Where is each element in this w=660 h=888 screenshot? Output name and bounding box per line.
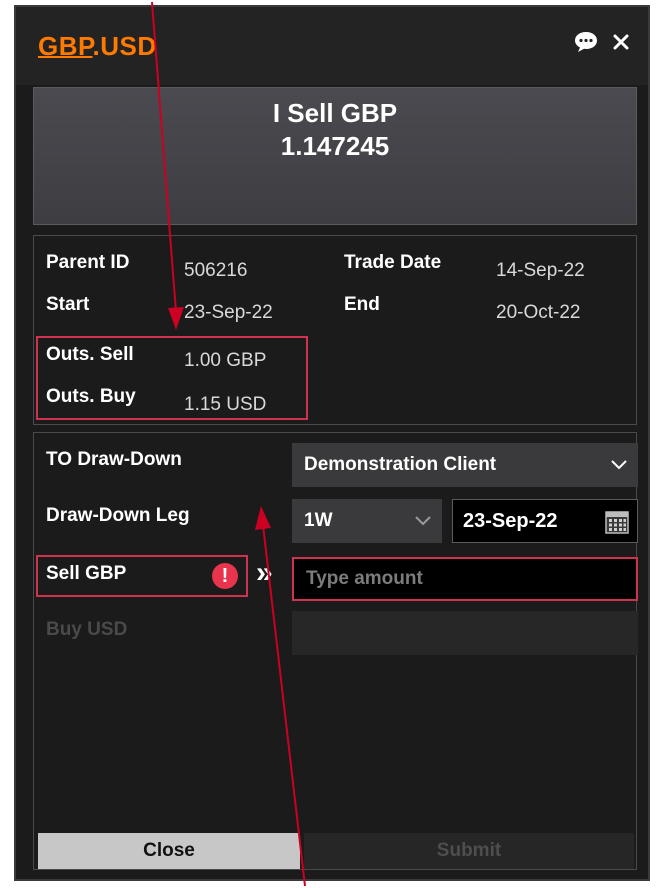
tenor-select[interactable]: 1W (292, 499, 442, 543)
buy-currency-label: Buy USD (46, 619, 128, 640)
outs-buy-label: Outs. Buy (46, 386, 136, 407)
trade-date-label: Trade Date (344, 252, 442, 273)
start-value: 23-Sep-22 (184, 302, 273, 323)
sell-currency-selector[interactable]: Sell GBP ! (36, 555, 248, 597)
quote-tile[interactable]: I Sell GBP 1.147245 (33, 87, 637, 225)
tenor-select-value: 1W (304, 510, 333, 531)
panel-header: GBP.USD (16, 7, 648, 85)
value-date-field[interactable]: 23-Sep-22 (452, 499, 638, 543)
close-icon[interactable] (612, 33, 630, 51)
amount-placeholder: Type amount (306, 568, 423, 589)
client-select[interactable]: Demonstration Client (292, 443, 638, 487)
currency-pair-quote: USD (100, 31, 157, 61)
outs-sell-value: 1.00 GBP (184, 350, 267, 371)
sell-currency-label: Sell GBP (46, 563, 127, 584)
buy-amount-input-disabled (292, 611, 638, 655)
end-label: End (344, 294, 380, 315)
trade-panel: GBP.USD I Sell GBP 1.147245 Parent ID 50… (14, 5, 650, 881)
trade-date-value: 14-Sep-22 (496, 260, 585, 281)
outs-buy-value: 1.15 USD (184, 394, 267, 415)
parent-id-label: Parent ID (46, 252, 130, 273)
quote-direction: I Sell GBP (272, 98, 398, 128)
currency-pair-base-link[interactable]: GBP (38, 31, 93, 61)
calendar-icon[interactable] (605, 510, 629, 540)
to-drawdown-label: TO Draw-Down (46, 449, 182, 470)
swap-direction-icon[interactable]: » (256, 555, 273, 591)
currency-pair-title: GBP.USD (38, 31, 157, 62)
start-label: Start (46, 294, 90, 315)
parent-id-value: 506216 (184, 260, 248, 281)
client-select-value: Demonstration Client (304, 454, 497, 475)
chevron-down-icon (611, 460, 627, 470)
quote-rate: 1.147245 (280, 131, 390, 161)
error-icon: ! (212, 563, 238, 589)
close-button[interactable]: Close (38, 833, 300, 869)
trade-info: Parent ID 506216 Trade Date 14-Sep-22 St… (33, 235, 637, 425)
value-date-text: 23-Sep-22 (463, 509, 558, 532)
chat-icon[interactable] (574, 31, 598, 53)
drawdown-form: TO Draw-Down Demonstration Client Draw-D… (33, 432, 638, 870)
outs-sell-label: Outs. Sell (46, 344, 134, 365)
submit-button[interactable]: Submit (304, 833, 634, 869)
drawdown-leg-label: Draw-Down Leg (46, 505, 190, 526)
chevron-down-icon (415, 516, 431, 526)
amount-input[interactable]: Type amount (292, 557, 638, 601)
end-value: 20-Oct-22 (496, 302, 581, 323)
